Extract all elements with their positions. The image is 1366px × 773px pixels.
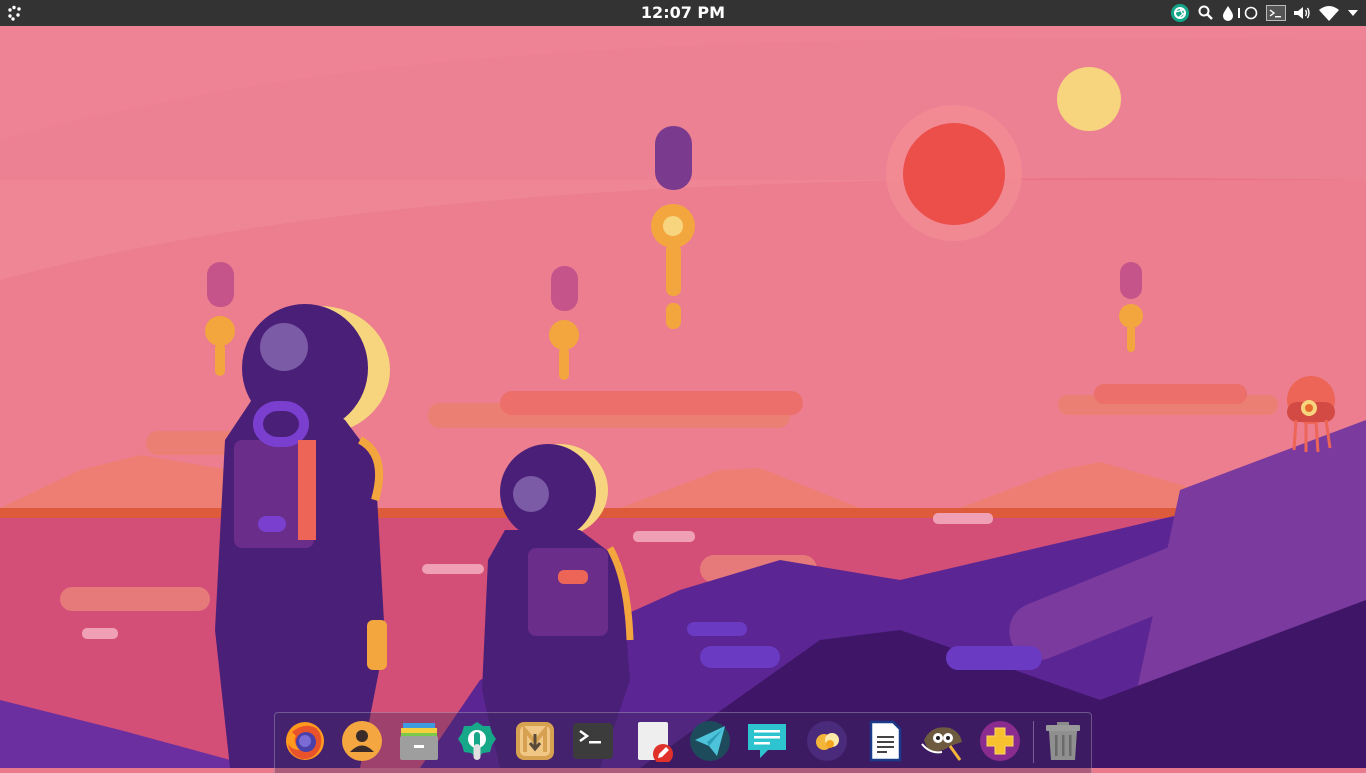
wifi-icon[interactable] — [1318, 3, 1340, 23]
moon — [1057, 67, 1121, 131]
menu-arrow-icon[interactable] — [1346, 3, 1360, 23]
night-light-icon[interactable] — [1222, 3, 1260, 23]
download-manager-icon[interactable] — [513, 719, 557, 763]
sun — [903, 123, 1005, 225]
document-writer-icon[interactable] — [863, 719, 907, 763]
text-editor-icon[interactable] — [631, 719, 675, 763]
terminal-icon[interactable] — [571, 719, 615, 763]
software-manager-icon[interactable] — [455, 719, 499, 763]
telegram-icon[interactable] — [688, 719, 732, 763]
shutter-icon[interactable] — [1170, 3, 1190, 23]
gimp-icon[interactable] — [920, 719, 964, 763]
add-app-icon[interactable] — [978, 719, 1022, 763]
firefox-icon[interactable] — [283, 719, 327, 763]
contacts-icon[interactable] — [340, 719, 384, 763]
volume-icon[interactable] — [1292, 3, 1312, 23]
desktop-wallpaper — [0, 0, 1366, 768]
trash-icon[interactable] — [1041, 719, 1085, 763]
photo-viewer-icon[interactable] — [805, 719, 849, 763]
applications-icon[interactable] — [4, 3, 24, 23]
system-tray — [1170, 3, 1360, 23]
terminal-indicator-icon[interactable] — [1266, 3, 1286, 23]
clock[interactable]: 12:07 PM — [641, 3, 725, 22]
search-icon[interactable] — [1196, 3, 1216, 23]
dock-separator — [1033, 721, 1034, 763]
file-manager-icon[interactable] — [397, 719, 441, 763]
top-panel: 12:07 PM — [0, 0, 1366, 26]
dock — [274, 712, 1092, 773]
chat-icon[interactable] — [745, 719, 789, 763]
